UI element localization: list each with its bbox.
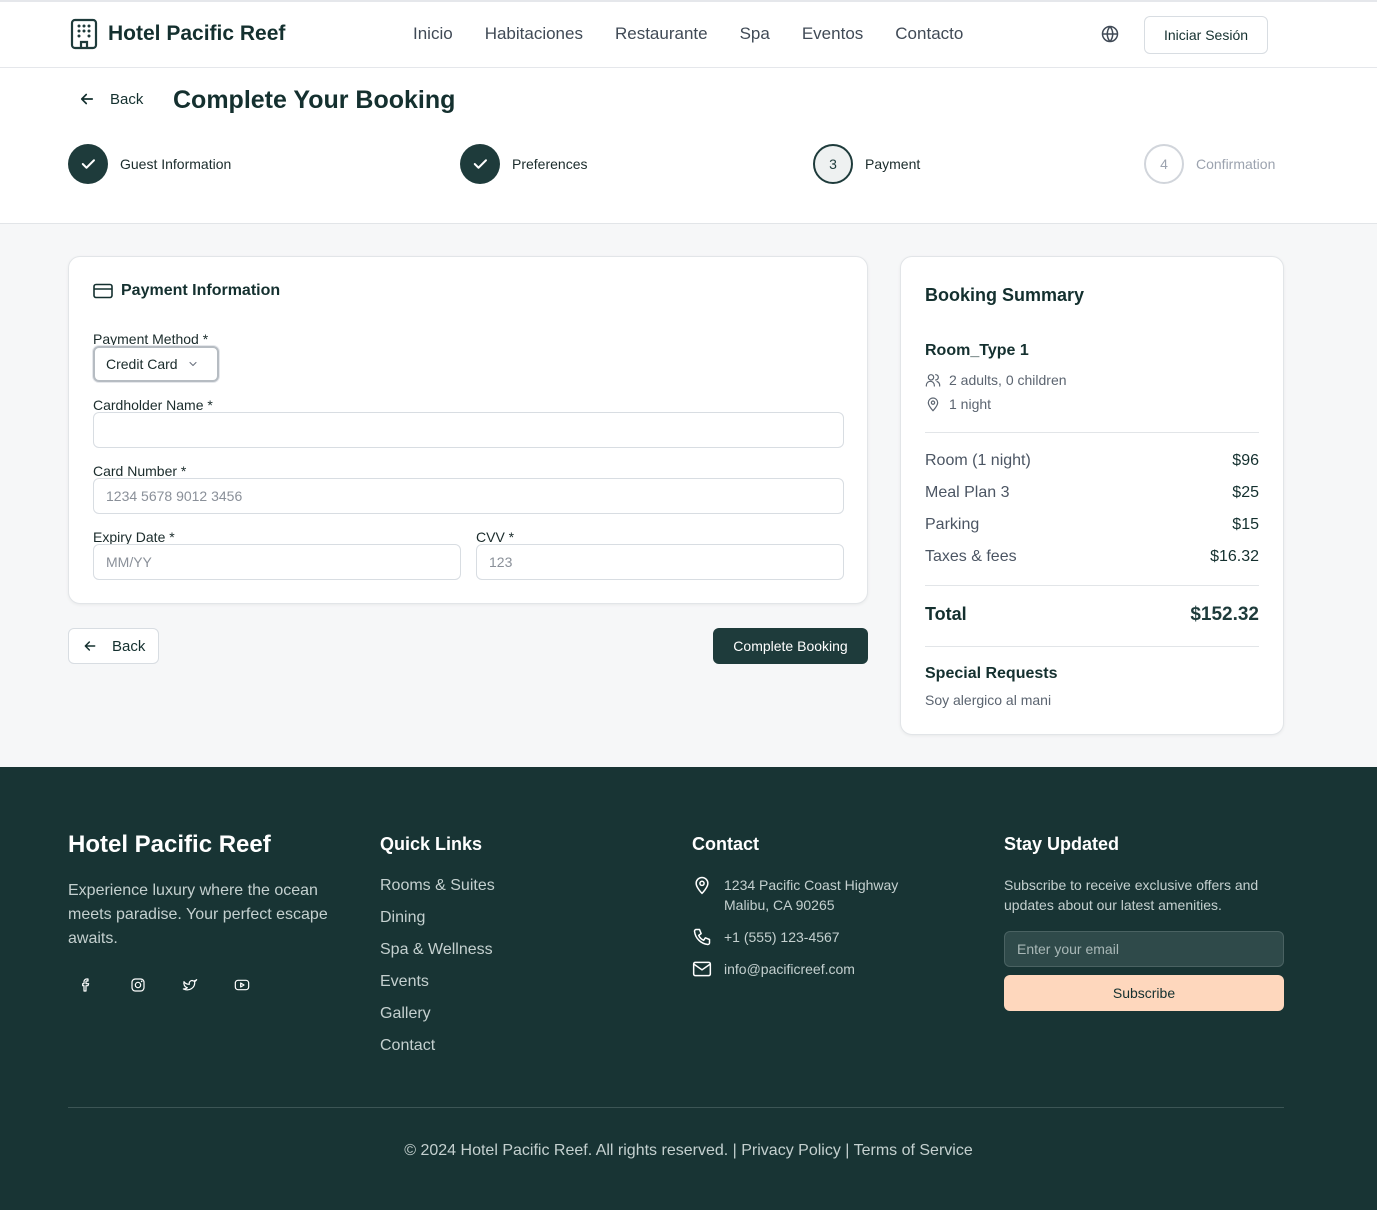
footer-link-spa[interactable]: Spa & Wellness: [380, 939, 495, 961]
step-complete-check-icon: [460, 144, 500, 184]
price-line-meal-plan: Meal Plan 3 $25: [925, 484, 1259, 501]
back-label: Back: [110, 90, 144, 108]
booking-summary-card: Booking Summary Room_Type 1 2 adults, 0 …: [900, 256, 1284, 735]
expiry-date-input[interactable]: [93, 544, 461, 580]
site-header: Hotel Pacific Reef Inicio Habitaciones R…: [0, 2, 1377, 68]
card-number-label: Card Number *: [93, 463, 187, 479]
nav-spa[interactable]: Spa: [740, 24, 770, 44]
contact-phone: +1 (555) 123-4567: [692, 927, 840, 947]
contact-title: Contact: [692, 834, 759, 854]
terms-of-service-link[interactable]: Terms of Service: [854, 1142, 973, 1159]
payment-title: Payment Information: [93, 282, 280, 300]
price-line-room: Room (1 night) $96: [925, 452, 1259, 469]
arrow-left-icon: [82, 638, 98, 654]
special-requests-text: Soy alergico al mani: [925, 692, 1052, 708]
step-label: Payment: [865, 156, 921, 172]
footer-link-rooms[interactable]: Rooms & Suites: [380, 875, 495, 897]
divider: [925, 646, 1259, 647]
phone-icon: [692, 927, 712, 947]
site-footer: Hotel Pacific Reef Experience luxury whe…: [0, 767, 1377, 1210]
contact-address: 1234 Pacific Coast Highway Malibu, CA 90…: [692, 875, 898, 915]
quick-links-title: Quick Links: [380, 834, 483, 854]
total-row: Total $152.32: [925, 604, 1259, 625]
brand-name: Hotel Pacific Reef: [108, 22, 286, 45]
copyright-bar: © 2024 Hotel Pacific Reef. All rights re…: [0, 1142, 1377, 1160]
price-line-parking: Parking $15: [925, 516, 1259, 533]
step-label: Confirmation: [1196, 156, 1276, 172]
step-confirmation: 4 Confirmation: [1144, 144, 1275, 184]
privacy-policy-link[interactable]: Privacy Policy: [741, 1142, 841, 1159]
step-label: Preferences: [512, 156, 588, 172]
separator: |: [845, 1142, 850, 1159]
back-button[interactable]: Back: [68, 628, 159, 664]
youtube-icon[interactable]: [234, 977, 250, 993]
room-type: Room_Type 1: [925, 342, 1029, 359]
price-line-taxes: Taxes & fees $16.32: [925, 548, 1259, 565]
map-pin-icon: [692, 875, 712, 915]
footer-link-dining[interactable]: Dining: [380, 907, 495, 929]
card-number-input[interactable]: [93, 478, 844, 514]
credit-card-icon: [93, 283, 113, 299]
login-button[interactable]: Iniciar Sesión: [1144, 16, 1268, 54]
nights-info: 1 night: [925, 396, 991, 412]
divider: [925, 432, 1259, 433]
users-icon: [925, 372, 941, 388]
back-link-top[interactable]: Back: [78, 90, 143, 108]
newsletter-email-input[interactable]: [1004, 931, 1284, 967]
map-pin-icon: [925, 396, 941, 412]
step-complete-check-icon: [68, 144, 108, 184]
language-globe-icon[interactable]: [1100, 24, 1120, 44]
subscribe-button[interactable]: Subscribe: [1004, 975, 1284, 1011]
nav-eventos[interactable]: Eventos: [802, 24, 863, 44]
complete-booking-button[interactable]: Complete Booking: [713, 628, 868, 664]
brand[interactable]: Hotel Pacific Reef: [70, 18, 285, 50]
quick-links: Rooms & Suites Dining Spa & Wellness Eve…: [380, 875, 495, 1057]
nav-inicio[interactable]: Inicio: [413, 24, 453, 44]
payment-method-select[interactable]: Credit Card: [93, 346, 219, 382]
facebook-icon[interactable]: [78, 977, 94, 993]
step-preferences: Preferences: [460, 144, 587, 184]
footer-divider: [68, 1107, 1284, 1108]
newsletter-text: Subscribe to receive exclusive offers an…: [1004, 877, 1259, 913]
page-title: Complete Your Booking: [173, 86, 456, 114]
nav-contacto[interactable]: Contacto: [895, 24, 963, 44]
social-links: [78, 977, 250, 993]
step-payment: 3 Payment: [813, 144, 920, 184]
payment-card: Payment Information Payment Method * Cre…: [68, 256, 868, 604]
footer-brand: Hotel Pacific Reef: [68, 831, 271, 858]
cardholder-name-input[interactable]: [93, 412, 844, 448]
newsletter-title: Stay Updated: [1004, 834, 1120, 854]
footer-link-events[interactable]: Events: [380, 971, 495, 993]
special-requests-title: Special Requests: [925, 665, 1058, 682]
step-guest-information: Guest Information: [68, 144, 231, 184]
guests-info: 2 adults, 0 children: [925, 372, 1067, 388]
booking-header: Back Complete Your Booking Guest Informa…: [0, 68, 1377, 224]
payment-method-label: Payment Method *: [93, 331, 209, 347]
instagram-icon[interactable]: [130, 977, 146, 993]
total-value: $152.32: [1190, 604, 1259, 625]
nav-habitaciones[interactable]: Habitaciones: [485, 24, 583, 44]
cvv-input[interactable]: [476, 544, 844, 580]
cardholder-name-label: Cardholder Name *: [93, 397, 213, 413]
cvv-label: CVV *: [476, 529, 515, 545]
chevron-down-icon: [187, 358, 199, 370]
separator: |: [732, 1142, 737, 1159]
nav-restaurante[interactable]: Restaurante: [615, 24, 708, 44]
copyright-text: © 2024 Hotel Pacific Reef. All rights re…: [404, 1142, 729, 1159]
footer-description: Experience luxury where the ocean meets …: [68, 882, 328, 947]
divider: [925, 585, 1259, 586]
hotel-icon: [70, 18, 98, 50]
expiry-date-label: Expiry Date *: [93, 529, 175, 545]
mail-icon: [692, 959, 712, 979]
footer-link-gallery[interactable]: Gallery: [380, 1003, 495, 1025]
arrow-left-icon: [78, 90, 96, 108]
footer-link-contact[interactable]: Contact: [380, 1035, 495, 1057]
main-nav: Inicio Habitaciones Restaurante Spa Even…: [413, 24, 963, 44]
contact-email: info@pacificreef.com: [692, 959, 855, 979]
step-label: Guest Information: [120, 156, 232, 172]
step-number: 3: [813, 144, 853, 184]
summary-title: Booking Summary: [925, 285, 1085, 305]
step-number: 4: [1144, 144, 1184, 184]
twitter-icon[interactable]: [182, 977, 198, 993]
